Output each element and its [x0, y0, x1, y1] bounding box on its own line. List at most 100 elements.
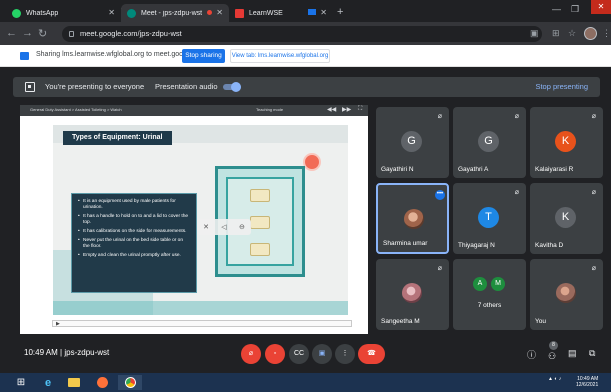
participant-tile[interactable]: ⌀ G Gayathri A: [453, 107, 526, 178]
next-icon[interactable]: ▶▶: [342, 106, 351, 113]
mic-off-icon: ⌀: [591, 113, 596, 120]
info-icon[interactable]: ⓘ: [527, 348, 536, 361]
clock-illustration: [303, 153, 321, 171]
back-icon[interactable]: ←: [6, 27, 17, 39]
video-progress-bar[interactable]: ▶: [52, 320, 352, 327]
participant-tile[interactable]: ⌀ Sangeetha M: [376, 259, 449, 330]
meet-area: You're presenting to everyone Presentati…: [0, 67, 611, 373]
volume-icon[interactable]: ◁: [221, 223, 226, 231]
mic-off-button[interactable]: ⌀: [241, 344, 261, 364]
activities-icon[interactable]: ⧉: [589, 348, 595, 359]
participant-tile[interactable]: ⌀ K Kalaiyarasi R: [530, 107, 603, 178]
captions-button[interactable]: CC: [289, 344, 309, 364]
tab-title: WhatsApp: [26, 9, 59, 17]
others-count: 7 others: [477, 302, 502, 309]
mic-off-icon: ⌀: [437, 265, 442, 272]
whatsapp-icon: [12, 8, 21, 18]
play-icon[interactable]: ▶: [56, 321, 60, 327]
slide-title: Types of Equipment: Urinal: [63, 131, 172, 145]
leave-call-button[interactable]: ☎: [358, 344, 385, 364]
minus-icon[interactable]: ⊖: [239, 223, 245, 231]
meeting-time: 10:49 AM: [24, 348, 58, 357]
chat-icon[interactable]: ▤: [568, 348, 577, 359]
avatar: G: [401, 131, 422, 152]
windows-start-icon[interactable]: ⊞: [14, 375, 28, 390]
tab-meet[interactable]: Meet - jps-zdpu-wst ✕: [121, 4, 229, 22]
profile-avatar[interactable]: [584, 27, 597, 40]
file-explorer-icon[interactable]: [64, 375, 84, 390]
breadcrumb: General Duty Assistant > Assisted Toilet…: [30, 107, 122, 112]
present-screen-icon: [25, 82, 35, 92]
participant-tile[interactable]: ⌀ K Kavitha D: [530, 183, 603, 254]
participant-name: Sangeetha M: [381, 318, 420, 325]
internet-explorer-icon[interactable]: e: [38, 375, 58, 390]
menu-icon[interactable]: ⋮: [602, 28, 611, 39]
avatar: K: [555, 207, 576, 228]
mic-off-icon: ⌀: [591, 265, 596, 272]
others-tile[interactable]: A M 7 others: [453, 259, 526, 330]
stop-presenting-button[interactable]: Stop presenting: [535, 82, 588, 91]
participant-name: You: [535, 318, 546, 325]
tab-whatsapp[interactable]: WhatsApp ✕: [6, 4, 122, 22]
bullet-item: Never put the urinal on the bed side tab…: [78, 238, 190, 251]
self-tile[interactable]: ⌀ You: [530, 259, 603, 330]
sharing-infobar: Sharing lms.learnwise.wfglobal.org to me…: [0, 45, 611, 67]
minimize-icon[interactable]: —: [552, 4, 561, 14]
meet-icon: [127, 8, 136, 18]
presentation-audio-label: Presentation audio: [155, 82, 218, 91]
casting-icon: [308, 9, 316, 15]
tab-title: LearnWSE: [249, 9, 283, 17]
urinal-illustration: [250, 243, 270, 256]
mic-off-icon: ⌀: [591, 189, 596, 196]
present-now-button[interactable]: ▣: [312, 344, 332, 364]
fullscreen-icon[interactable]: ⛶: [358, 106, 362, 113]
avatar: [402, 283, 422, 303]
bullet-box: It is an equipment used by male patients…: [71, 193, 197, 293]
mic-off-icon: ⌀: [514, 113, 519, 120]
browser-toolbar: ← → ↻ meet.google.com/jps-zdpu-wst ▣ ⊞ ☆…: [0, 22, 611, 45]
avatar: G: [478, 131, 499, 152]
view-tab-button[interactable]: View tab: lms.learnwise.wfglobal.org: [230, 49, 330, 63]
participant-tile[interactable]: ⌀ G Gayathiri N: [376, 107, 449, 178]
mute-icon[interactable]: ✕: [203, 223, 209, 231]
bullet-item: It has calibrations on the side for meas…: [78, 229, 190, 236]
avatar: [556, 283, 576, 303]
camera-off-button[interactable]: ▫: [265, 344, 285, 364]
participant-name: Gayathiri N: [381, 166, 414, 173]
tab-learnwse[interactable]: LearnWSE ✕: [229, 4, 333, 22]
system-tray-icons[interactable]: ▲ ◐ ♪: [548, 376, 561, 382]
participant-tile[interactable]: ⌀ T Thiyagaraj N: [453, 183, 526, 254]
forward-icon[interactable]: →: [22, 27, 33, 39]
previous-icon[interactable]: ◀◀: [327, 106, 336, 113]
chrome-icon[interactable]: [118, 375, 142, 390]
restore-icon[interactable]: ❐: [571, 4, 579, 15]
participant-name: Gayathri A: [458, 166, 489, 173]
reload-icon[interactable]: ↻: [38, 27, 47, 40]
close-tab-icon[interactable]: ✕: [108, 8, 115, 17]
avatar: A: [473, 277, 487, 291]
taskbar-clock[interactable]: 10:49 AM 12/6/2021: [576, 376, 598, 388]
windows-taskbar: ⊞ e ▲ ◐ ♪ 10:49 AM 12/6/2021: [0, 373, 611, 392]
camera-icon[interactable]: ▣: [530, 28, 539, 39]
close-tab-icon[interactable]: ✕: [216, 8, 223, 17]
extensions-icon[interactable]: ⊞: [552, 28, 560, 39]
presenting-bar: You're presenting to everyone Presentati…: [13, 77, 600, 97]
avatar: [404, 209, 424, 229]
people-icon[interactable]: ⚇: [548, 351, 556, 362]
address-bar[interactable]: meet.google.com/jps-zdpu-wst: [62, 26, 542, 42]
firefox-icon[interactable]: [92, 375, 112, 390]
presentation-audio-toggle[interactable]: [223, 82, 241, 92]
course-header: General Duty Assistant > Assisted Toilet…: [20, 105, 368, 116]
participant-tile[interactable]: ••• Sharmina umar: [376, 183, 449, 254]
meeting-code: jps-zdpu-wst: [64, 348, 110, 357]
more-options-button[interactable]: ⋮: [335, 344, 355, 364]
more-options-icon[interactable]: •••: [435, 190, 445, 200]
meeting-control-bar: 10:49 AM | jps-zdpu-wst ⌀ ▫ CC ▣ ⋮ ☎ ⓘ 8…: [0, 335, 611, 373]
stop-sharing-button[interactable]: Stop sharing: [182, 49, 225, 63]
close-tab-icon[interactable]: ✕: [320, 8, 327, 17]
browser-tab-strip: WhatsApp ✕ Meet - jps-zdpu-wst ✕ LearnWS…: [0, 0, 611, 22]
participant-name: Kavitha D: [535, 242, 564, 249]
new-tab-button[interactable]: +: [337, 6, 343, 18]
window-close-button[interactable]: ✕: [591, 0, 611, 14]
bookmark-star-icon[interactable]: ☆: [568, 28, 576, 39]
